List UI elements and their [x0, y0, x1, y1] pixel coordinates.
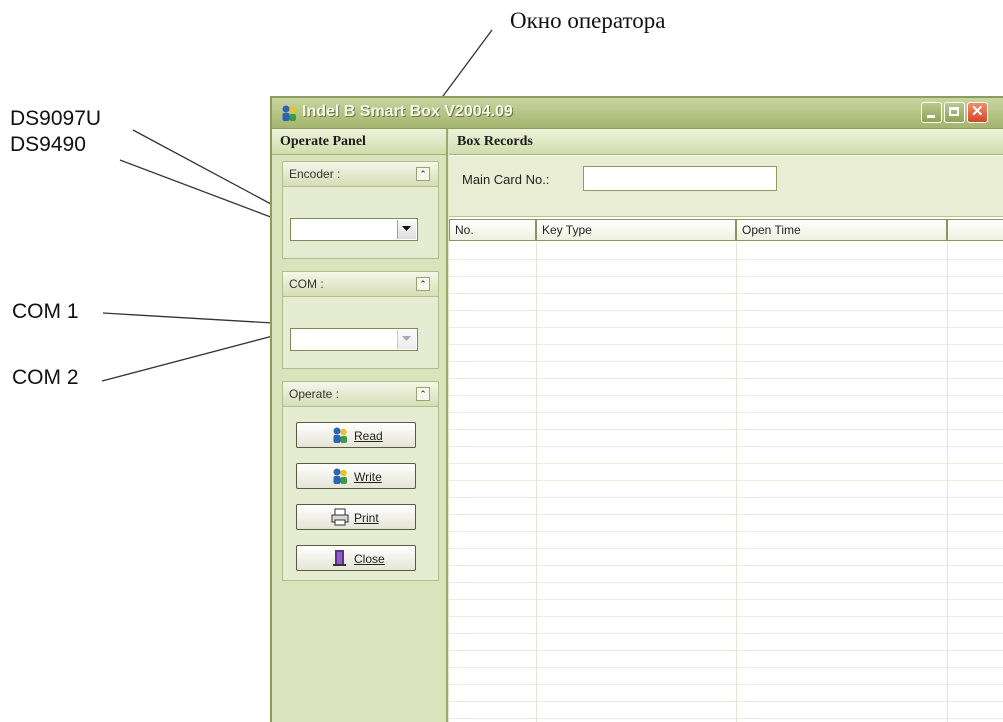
table-row[interactable]	[449, 684, 1003, 702]
door-icon	[333, 550, 346, 566]
maximize-button[interactable]	[944, 102, 965, 123]
table-row[interactable]	[449, 463, 1003, 481]
table-row[interactable]	[449, 327, 1003, 345]
box-records-title: Box Records	[449, 129, 1003, 155]
collapse-icon[interactable]: ⌃	[416, 167, 430, 181]
table-row[interactable]	[449, 548, 1003, 566]
column-header-extra[interactable]	[947, 219, 1003, 241]
table-row[interactable]	[449, 395, 1003, 413]
collapse-icon[interactable]: ⌃	[416, 277, 430, 291]
table-row[interactable]	[449, 276, 1003, 294]
table-row[interactable]	[449, 242, 1003, 260]
column-header-open-time[interactable]: Open Time	[736, 219, 947, 241]
table-row[interactable]	[449, 514, 1003, 532]
column-divider	[536, 242, 537, 722]
maximize-icon	[949, 107, 959, 116]
minimize-icon	[927, 115, 935, 118]
table-row[interactable]	[449, 378, 1003, 396]
title-bar[interactable]: Indel B Smart Box V2004.09 ✕	[272, 98, 1003, 129]
close-icon: ✕	[971, 103, 984, 120]
main-card-label: Main Card No.:	[462, 172, 550, 187]
table-row[interactable]	[449, 293, 1003, 311]
print-button-label: Print	[354, 511, 379, 525]
table-row[interactable]	[449, 701, 1003, 719]
encoder-group: Encoder : ⌃	[282, 161, 439, 259]
com-label: COM :	[289, 277, 324, 291]
users-icon	[333, 468, 347, 484]
close-window-button[interactable]: ✕	[967, 102, 988, 123]
com-group: COM : ⌃	[282, 271, 439, 369]
encoder-label: Encoder :	[289, 167, 341, 181]
write-button-label: Write	[354, 470, 382, 484]
table-row[interactable]	[449, 480, 1003, 498]
table-row[interactable]	[449, 361, 1003, 379]
encoder-select[interactable]	[290, 218, 418, 241]
print-button[interactable]: Print	[296, 504, 416, 530]
table-row[interactable]	[449, 497, 1003, 515]
com-group-header: COM : ⌃	[283, 272, 438, 297]
read-button[interactable]: Read	[296, 422, 416, 448]
table-row[interactable]	[449, 599, 1003, 617]
read-button-label: Read	[354, 429, 383, 443]
table-row[interactable]	[449, 259, 1003, 277]
table-row[interactable]	[449, 412, 1003, 430]
column-divider	[736, 242, 737, 722]
records-table[interactable]	[449, 242, 1003, 722]
chevron-down-icon	[402, 226, 411, 231]
encoder-option-ds9097u-annotation: DS9097U	[10, 107, 102, 130]
operator-window-annotation: Окно оператора	[510, 8, 666, 33]
app-icon	[282, 105, 296, 121]
com-option-1-annotation: COM 1	[12, 300, 79, 323]
dropdown-arrow[interactable]	[397, 330, 416, 349]
table-row[interactable]	[449, 650, 1003, 668]
box-records-panel: Box Records Main Card No.: No. Key Type …	[449, 129, 1003, 722]
table-row[interactable]	[449, 310, 1003, 328]
users-icon	[333, 427, 347, 443]
smart-box-window: Indel B Smart Box V2004.09 ✕ Operate Pan…	[270, 96, 1003, 722]
operate-group-header: Operate : ⌃	[283, 382, 438, 407]
table-row[interactable]	[449, 718, 1003, 722]
close-button-label: Close	[354, 552, 385, 566]
operate-panel-title: Operate Panel	[272, 129, 446, 155]
collapse-icon[interactable]: ⌃	[416, 387, 430, 401]
table-row[interactable]	[449, 344, 1003, 362]
close-button[interactable]: Close	[296, 545, 416, 571]
encoder-group-header: Encoder : ⌃	[283, 162, 438, 187]
table-row[interactable]	[449, 633, 1003, 651]
operate-group: Operate : ⌃ Read Write Print Close	[282, 381, 439, 581]
column-divider	[947, 242, 948, 722]
column-header-no[interactable]: No.	[449, 219, 536, 241]
operate-panel: Operate Panel Encoder : ⌃ COM : ⌃ Operat…	[272, 129, 448, 722]
encoder-option-ds9490-annotation: DS9490	[10, 133, 86, 156]
operate-label: Operate :	[289, 387, 340, 401]
minimize-button[interactable]	[921, 102, 942, 123]
main-card-row: Main Card No.:	[449, 156, 1003, 217]
table-row[interactable]	[449, 531, 1003, 549]
dropdown-arrow[interactable]	[397, 220, 416, 239]
chevron-down-icon	[402, 336, 411, 341]
table-row[interactable]	[449, 446, 1003, 464]
column-header-key-type[interactable]: Key Type	[536, 219, 736, 241]
table-row[interactable]	[449, 616, 1003, 634]
window-title: Indel B Smart Box V2004.09	[302, 103, 513, 120]
com-option-2-annotation: COM 2	[12, 366, 79, 389]
table-row[interactable]	[449, 667, 1003, 685]
table-row[interactable]	[449, 429, 1003, 447]
printer-icon	[331, 508, 349, 526]
table-row[interactable]	[449, 565, 1003, 583]
table-row[interactable]	[449, 582, 1003, 600]
main-card-input[interactable]	[583, 166, 777, 191]
com-select[interactable]	[290, 328, 418, 351]
write-button[interactable]: Write	[296, 463, 416, 489]
